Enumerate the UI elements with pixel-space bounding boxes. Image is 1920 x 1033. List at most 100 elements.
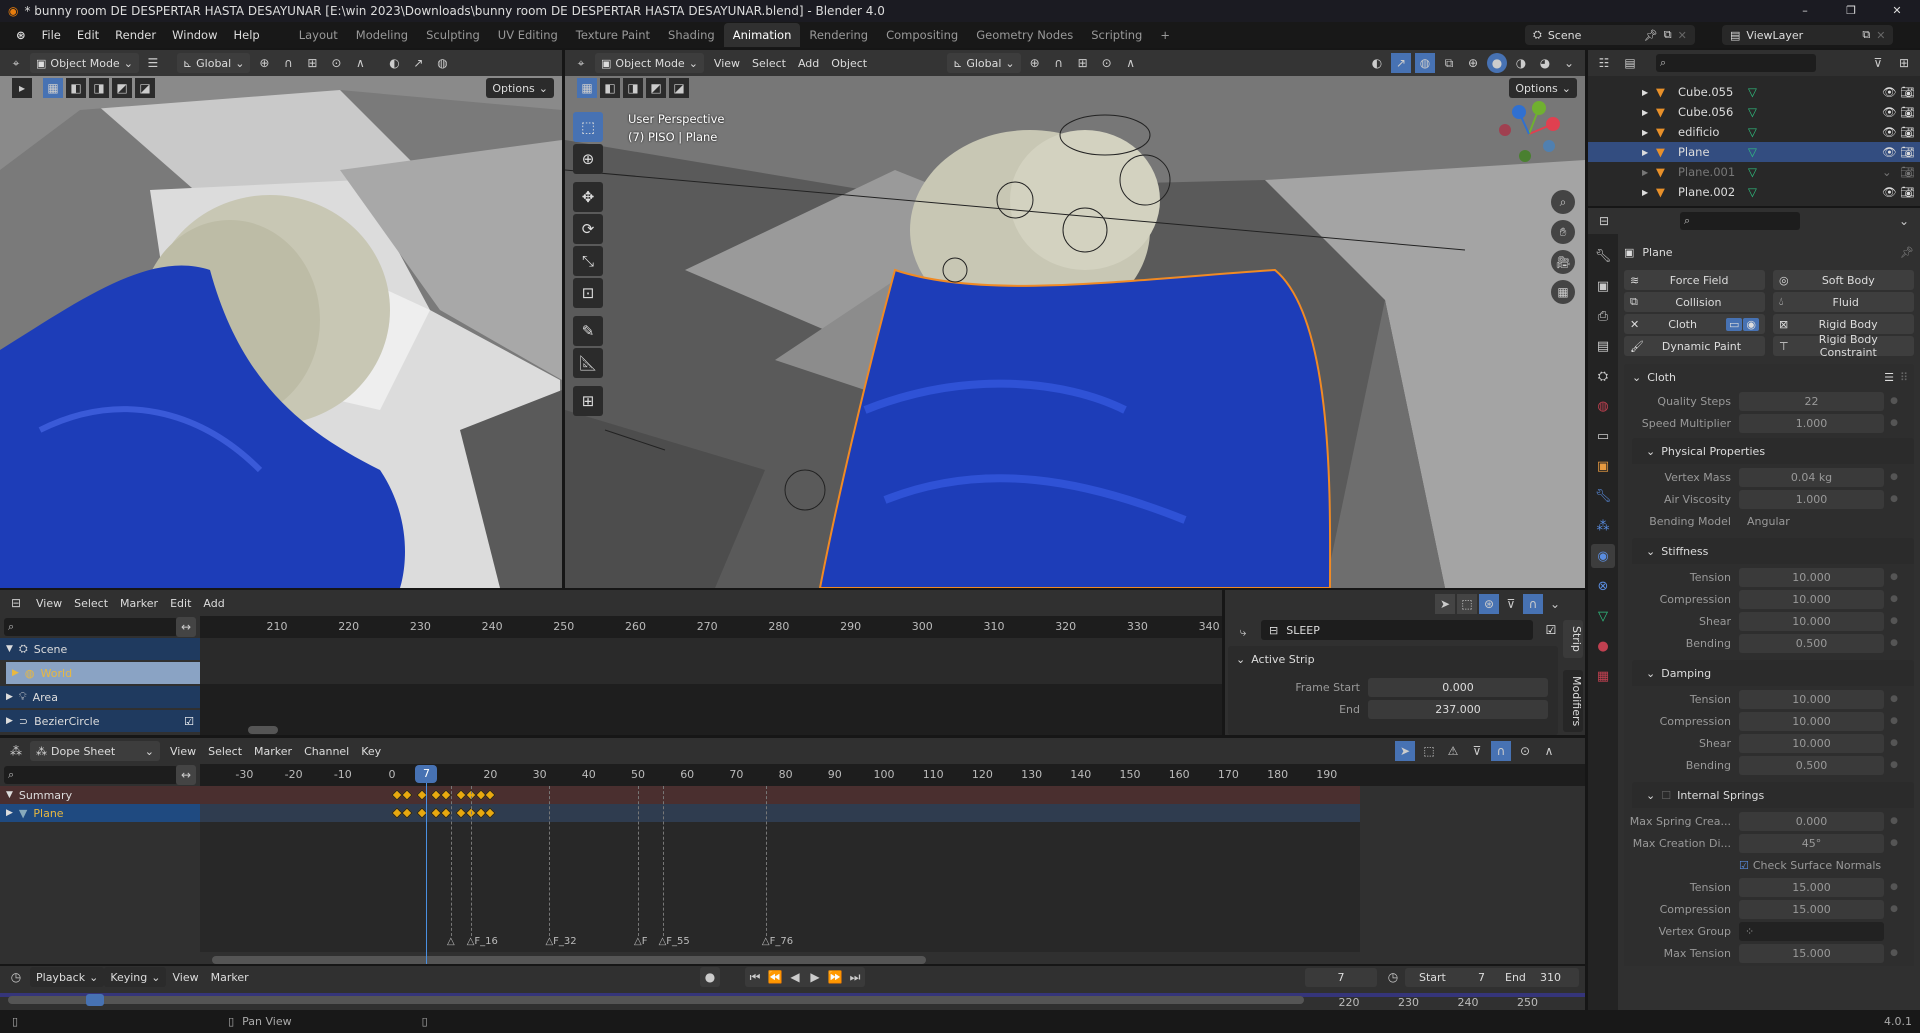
animate-property-icon[interactable]: ●	[1884, 904, 1904, 914]
menu-select[interactable]: Select	[202, 745, 248, 758]
orientation-dropdown[interactable]: ⊾ Global ⌄	[176, 53, 251, 73]
eye-icon[interactable]: ⌄	[1882, 165, 1900, 179]
overlay-icon[interactable]: ◍	[432, 53, 452, 73]
select-invert-icon[interactable]: ◩	[112, 78, 132, 98]
chevron-down-icon[interactable]: ⌄	[1545, 594, 1565, 614]
physics-soft-body-button[interactable]: ◎ Soft Body	[1773, 270, 1914, 290]
view-layer-tab-icon[interactable]: ▤	[1591, 334, 1615, 358]
air-viscosityfield[interactable]: 1.000	[1739, 489, 1884, 509]
select-box-tool-icon[interactable]: ⬚	[573, 112, 603, 142]
view-layer-icon[interactable]: ▤	[1620, 53, 1640, 73]
editor-type-icon[interactable]: ⊟	[6, 593, 26, 613]
expand-arrow-icon[interactable]: ▶	[1642, 108, 1656, 117]
dope-sheet-frame-ruler[interactable]: -30 -20 -10 0 20 30 40 50 60 70 80 90 100 110 120 130 14…	[200, 764, 1585, 786]
expand-arrow-icon[interactable]: ▶	[6, 692, 13, 702]
shearfield[interactable]: 10.000	[1739, 733, 1884, 753]
select-subtract-icon[interactable]: ◨	[623, 78, 643, 98]
blender-menu-icon[interactable]: ⊛	[8, 22, 34, 48]
compressionfield[interactable]: 10.000	[1739, 711, 1884, 731]
proportional-edit-icon[interactable]: ⊙	[1515, 741, 1535, 761]
current-frame-field[interactable]: 7	[1305, 967, 1377, 987]
copy-icon[interactable]: ⧉	[1664, 28, 1672, 42]
only-errors-icon[interactable]: ⚠	[1443, 741, 1463, 761]
proportional-edit-icon[interactable]: ⊙	[326, 53, 346, 73]
tweak-icon[interactable]: ⊛	[1479, 594, 1499, 614]
left-3d-viewport[interactable]: ⌖ ▣ Object Mode ⌄ ☰ ⊾ Global ⌄ ⊕ ∩ ⊞ ⊙ ∧ ◐ ↗…	[0, 50, 562, 588]
eye-icon[interactable]: 👁︎	[1882, 85, 1900, 99]
expand-arrow-icon[interactable]: ▶	[1642, 128, 1656, 137]
pan-hand-icon[interactable]: ✋︎	[1551, 220, 1575, 244]
menu-view[interactable]: View	[164, 745, 202, 758]
bendingfield[interactable]: 0.500	[1739, 755, 1884, 775]
menu-edit[interactable]: Edit	[164, 597, 197, 610]
animate-property-icon[interactable]: ●	[1884, 594, 1904, 604]
frame-start-field[interactable]: 0.000	[1368, 677, 1548, 697]
swap-icon[interactable]: ↔	[176, 617, 196, 637]
timeline-playhead[interactable]	[86, 994, 104, 1006]
max-tensionfield[interactable]: 15.000	[1739, 943, 1884, 963]
menu-add[interactable]: Add	[197, 597, 230, 610]
nla-channel-beziercircle[interactable]: ▶ ⊃ BezierCircle ☑	[0, 710, 200, 732]
physics-rigid-body-button[interactable]: ⊠ Rigid Body	[1773, 314, 1914, 334]
scale-tool-icon[interactable]: ⤡	[573, 246, 603, 276]
menu-view[interactable]: View	[708, 57, 746, 70]
snap-icon[interactable]: ∩	[1491, 741, 1511, 761]
transform-tool-icon[interactable]: ⊡	[573, 278, 603, 308]
quality-stepsfield[interactable]: 22	[1739, 391, 1884, 411]
proportional-edit-icon[interactable]: ⊙	[1097, 53, 1117, 73]
dope-channel-summary[interactable]: ▼ Summary	[0, 786, 200, 804]
channel-checkbox[interactable]: ☑	[184, 715, 194, 728]
nla-channel-world[interactable]: ▶ ◍ World	[6, 662, 200, 684]
physics-force-field-button[interactable]: ≋ Force Field	[1624, 270, 1765, 290]
animate-property-icon[interactable]: ●	[1884, 638, 1904, 648]
subpanel-header[interactable]: ⌄ Stiffness	[1632, 538, 1914, 564]
playhead[interactable]	[426, 766, 428, 964]
snap-icon[interactable]: ∩	[278, 53, 298, 73]
filter-icon[interactable]: ⊽	[1501, 594, 1521, 614]
select-icon[interactable]: ➤	[1435, 594, 1455, 614]
measure-tool-icon[interactable]: 📐︎	[573, 348, 603, 378]
animate-property-icon[interactable]: ●	[1884, 716, 1904, 726]
particles-tab-icon[interactable]: ⁂	[1591, 514, 1615, 538]
object-name[interactable]: edificio	[1678, 125, 1748, 139]
menu-view[interactable]: View	[30, 597, 68, 610]
max-spring-crea-field[interactable]: 0.000	[1739, 811, 1884, 831]
viewport-display-icon[interactable]: ▭	[1725, 317, 1743, 331]
object-name[interactable]: Plane.002	[1678, 185, 1748, 199]
remove-icon[interactable]: ✕	[1678, 29, 1687, 42]
shading-options-icon[interactable]: ⌄	[1559, 53, 1579, 73]
outliner-item[interactable]: ▶ ▼ edificio ▽ 👁︎ 📷︎	[1588, 122, 1920, 142]
pin-icon[interactable]: 📌︎	[1900, 246, 1914, 259]
z-axis-icon[interactable]	[1512, 105, 1526, 119]
menu-keying[interactable]: Keying ⌄	[104, 967, 167, 987]
material-shading-icon[interactable]: ◑	[1511, 53, 1531, 73]
dope-sheet-search-input[interactable]: ⌕	[4, 766, 178, 784]
end-frame-field[interactable]: 310	[1540, 971, 1570, 984]
jump-end-icon[interactable]: ⏭	[845, 967, 865, 987]
timeline-marker[interactable]: △	[447, 936, 455, 947]
add-cube-tool-icon[interactable]: ⊞	[573, 386, 603, 416]
constraints-tab-icon[interactable]: ⊗	[1591, 574, 1615, 598]
action-selector[interactable]: ⊟ SLEEP	[1261, 620, 1533, 640]
box-select-icon[interactable]: ⬚	[1457, 594, 1477, 614]
summary-track[interactable]	[200, 786, 1360, 804]
select-intersect-icon[interactable]: ◪	[135, 78, 155, 98]
expand-arrow-icon[interactable]: ▶	[1642, 168, 1656, 177]
menu-icon[interactable]: ☰	[143, 53, 163, 73]
camera-render-icon[interactable]: 📷︎	[1900, 125, 1920, 139]
collection-tab-icon[interactable]: ▭	[1591, 424, 1615, 448]
minimize-button[interactable]: –	[1782, 0, 1828, 22]
camera-render-icon[interactable]: 📷︎	[1900, 105, 1920, 119]
menu-marker[interactable]: Marker	[205, 971, 255, 984]
timeline-scrollbar[interactable]	[8, 996, 1304, 1004]
mode-dropdown[interactable]: ▣ Object Mode ⌄	[30, 53, 139, 73]
camera-render-icon[interactable]: 📷︎	[1900, 185, 1920, 199]
animate-property-icon[interactable]: ●	[1884, 494, 1904, 504]
select-invert-icon[interactable]: ◩	[646, 78, 666, 98]
frame-end-field[interactable]: 237.000	[1368, 699, 1548, 719]
menu-marker[interactable]: Marker	[248, 745, 298, 758]
presets-icon[interactable]: ☰	[1884, 371, 1894, 384]
expand-arrow-icon[interactable]: ▼	[6, 644, 13, 654]
select-subtract-icon[interactable]: ◨	[89, 78, 109, 98]
plane-track[interactable]	[200, 804, 1360, 822]
